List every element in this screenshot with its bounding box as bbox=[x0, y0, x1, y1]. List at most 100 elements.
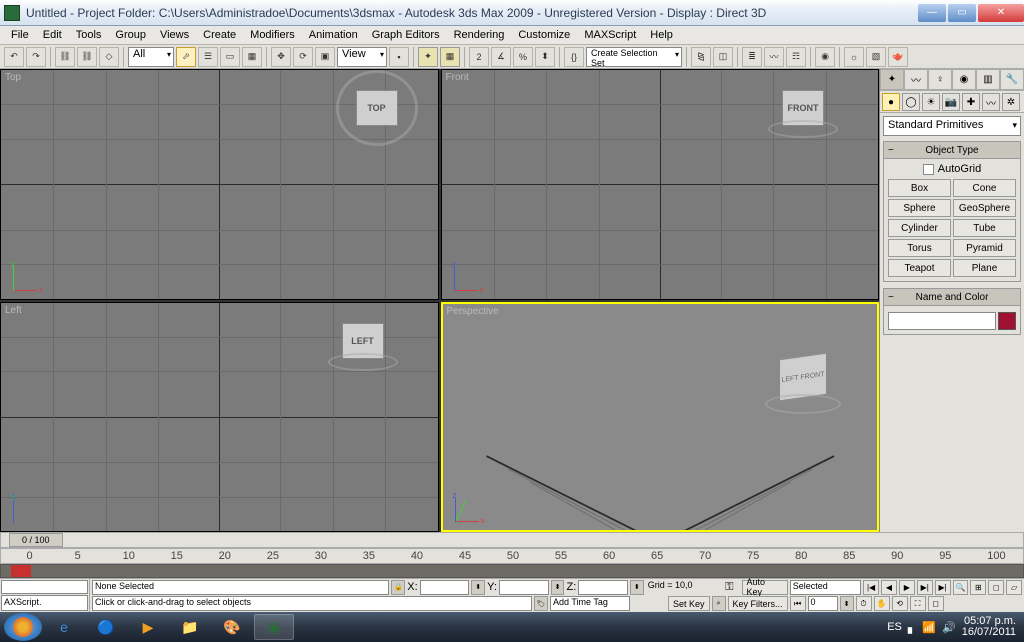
btn-cone[interactable]: Cone bbox=[953, 179, 1016, 197]
move-button[interactable]: ✥ bbox=[271, 47, 291, 67]
select-button[interactable]: ⬀ bbox=[176, 47, 196, 67]
sub-systems[interactable]: ✲ bbox=[1002, 93, 1020, 111]
redo-button[interactable]: ↷ bbox=[26, 47, 46, 67]
task-paint[interactable]: 🎨 bbox=[212, 614, 252, 640]
menu-help[interactable]: Help bbox=[643, 27, 680, 43]
time-slider[interactable]: 0 / 100 bbox=[0, 532, 1024, 548]
rollout-object-type[interactable]: Object Type bbox=[883, 141, 1021, 159]
key-icon-btn[interactable]: ⌕ bbox=[712, 596, 726, 611]
schematic-button[interactable]: ☶ bbox=[786, 47, 806, 67]
viewport-left[interactable]: Left LEFT yz bbox=[0, 302, 439, 533]
sub-cameras[interactable]: 📷 bbox=[942, 93, 960, 111]
lock-selection-button[interactable]: 🔒 bbox=[391, 580, 405, 595]
named-sel-button[interactable]: {} bbox=[564, 47, 584, 67]
frame-spinner[interactable]: ⬍ bbox=[840, 596, 854, 611]
goto-start-button[interactable]: |◀ bbox=[863, 580, 879, 595]
setkey-button[interactable]: Set Key bbox=[668, 596, 710, 611]
tray-clock[interactable]: 05:07 p.m. 16/07/2011 bbox=[962, 616, 1016, 638]
btn-box[interactable]: Box bbox=[888, 179, 951, 197]
task-3dsmax[interactable]: ▣ bbox=[254, 614, 294, 640]
manipulate-button[interactable]: ✦ bbox=[418, 47, 438, 67]
viewcube-top[interactable]: TOP bbox=[356, 90, 398, 126]
nav-orbit-button[interactable]: ⟲ bbox=[892, 596, 908, 611]
keymode-button[interactable]: ⏮ bbox=[790, 596, 806, 611]
close-button[interactable]: ✕ bbox=[978, 4, 1024, 22]
prev-frame-button[interactable]: ◀ bbox=[881, 580, 897, 595]
time-ruler[interactable]: 0510152025303540455055606570758085909510… bbox=[0, 548, 1024, 564]
next-frame-button[interactable]: ▶| bbox=[917, 580, 933, 595]
task-chrome[interactable]: 🔵 bbox=[86, 614, 126, 640]
rollout-name-color[interactable]: Name and Color bbox=[883, 288, 1021, 306]
menu-group[interactable]: Group bbox=[108, 27, 153, 43]
btn-tube[interactable]: Tube bbox=[953, 219, 1016, 237]
tab-create[interactable]: ✦ bbox=[880, 69, 904, 90]
viewport-front[interactable]: Front FRONT xz bbox=[441, 69, 880, 300]
menu-tools[interactable]: Tools bbox=[69, 27, 109, 43]
spinner-snap-button[interactable]: ⬍ bbox=[535, 47, 555, 67]
x-input[interactable] bbox=[420, 580, 470, 595]
window-crossing-button[interactable]: ▦ bbox=[242, 47, 262, 67]
snap-2d-button[interactable]: 2 bbox=[469, 47, 489, 67]
tray-lang[interactable]: ES bbox=[887, 621, 902, 633]
script-listener[interactable]: AXScript. bbox=[1, 595, 88, 611]
sub-shapes[interactable]: ◯ bbox=[902, 93, 920, 111]
task-ie[interactable]: e bbox=[44, 614, 84, 640]
snap-angle-button[interactable]: ∡ bbox=[491, 47, 511, 67]
y-spinner[interactable]: ⬍ bbox=[551, 580, 565, 595]
nav-zoom-all-button[interactable]: ⊞ bbox=[970, 580, 986, 595]
x-spinner[interactable]: ⬍ bbox=[471, 580, 485, 595]
nav-zoom-ext-button[interactable]: ◻ bbox=[988, 580, 1004, 595]
primitive-category-combo[interactable]: Standard Primitives bbox=[883, 116, 1021, 136]
object-color-swatch[interactable] bbox=[998, 312, 1016, 330]
menu-modifiers[interactable]: Modifiers bbox=[243, 27, 302, 43]
maximize-button[interactable]: ▭ bbox=[948, 4, 976, 22]
mirror-button[interactable]: ⧎ bbox=[691, 47, 711, 67]
y-input[interactable] bbox=[499, 580, 549, 595]
z-spinner[interactable]: ⬍ bbox=[630, 580, 644, 595]
time-slider-thumb[interactable]: 0 / 100 bbox=[9, 533, 63, 547]
menu-edit[interactable]: Edit bbox=[36, 27, 69, 43]
task-media[interactable]: ▶ bbox=[128, 614, 168, 640]
autogrid-checkbox[interactable]: AutoGrid bbox=[888, 163, 1016, 175]
viewport-top[interactable]: Top TOP xy bbox=[0, 69, 439, 300]
undo-button[interactable]: ↶ bbox=[4, 47, 24, 67]
script-mini1[interactable] bbox=[1, 580, 88, 594]
nav-max-toggle-button[interactable]: ⛶ bbox=[910, 596, 926, 611]
sub-helpers[interactable]: ✚ bbox=[962, 93, 980, 111]
viewcube-front[interactable]: FRONT bbox=[768, 90, 838, 138]
z-input[interactable] bbox=[578, 580, 628, 595]
select-region-button[interactable]: ▭ bbox=[220, 47, 240, 67]
current-frame-input[interactable]: 0 bbox=[808, 596, 838, 611]
scale-button[interactable]: ▣ bbox=[315, 47, 335, 67]
task-folder[interactable]: 📁 bbox=[170, 614, 210, 640]
keyboard-shortcut-button[interactable]: ▦ bbox=[440, 47, 460, 67]
tab-display[interactable]: ▥ bbox=[976, 69, 1000, 90]
link-button[interactable]: ⛓ bbox=[55, 47, 75, 67]
named-selection-combo[interactable]: Create Selection Set bbox=[586, 47, 682, 67]
btn-cylinder[interactable]: Cylinder bbox=[888, 219, 951, 237]
nav-pan-button[interactable]: ✋ bbox=[874, 596, 890, 611]
menu-create[interactable]: Create bbox=[196, 27, 243, 43]
tab-utilities[interactable]: 🔧 bbox=[1000, 69, 1024, 90]
snap-percent-button[interactable]: % bbox=[513, 47, 533, 67]
viewcube-left[interactable]: LEFT bbox=[328, 323, 398, 371]
menu-customize[interactable]: Customize bbox=[511, 27, 577, 43]
curve-editor-button[interactable]: 〰 bbox=[764, 47, 784, 67]
render-button[interactable]: 🫖 bbox=[888, 47, 908, 67]
tab-motion[interactable]: ◉ bbox=[952, 69, 976, 90]
play-button[interactable]: ▶ bbox=[899, 580, 915, 595]
sub-space-warps[interactable]: 〰 bbox=[982, 93, 1000, 111]
viewcube-perspective[interactable]: LEFT FRONT bbox=[779, 356, 841, 414]
tray-flag-icon[interactable]: ▖ bbox=[908, 621, 916, 634]
goto-end-button[interactable]: ▶| bbox=[935, 580, 951, 595]
rotate-button[interactable]: ⟳ bbox=[293, 47, 313, 67]
menu-animation[interactable]: Animation bbox=[302, 27, 365, 43]
track-bar[interactable] bbox=[0, 564, 1024, 578]
menu-maxscript[interactable]: MAXScript bbox=[577, 27, 643, 43]
btn-sphere[interactable]: Sphere bbox=[888, 199, 951, 217]
bind-button[interactable]: ◇ bbox=[99, 47, 119, 67]
tab-hierarchy[interactable]: ♀ bbox=[928, 69, 952, 90]
tray-volume-icon[interactable]: 🔊 bbox=[942, 621, 956, 634]
start-button[interactable] bbox=[4, 613, 42, 641]
menu-views[interactable]: Views bbox=[153, 27, 196, 43]
